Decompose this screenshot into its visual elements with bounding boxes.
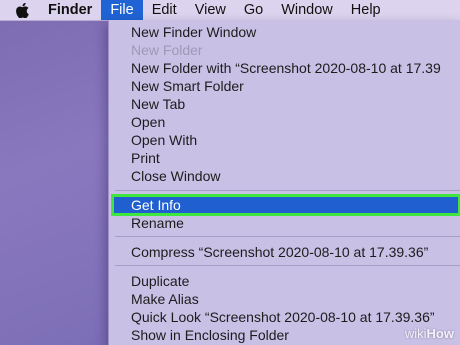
menu-item-rename[interactable]: Rename <box>109 214 460 232</box>
menubar-go[interactable]: Go <box>235 0 272 20</box>
menu-bar: Finder File Edit View Go Window Help <box>0 0 460 21</box>
menubar-app-finder[interactable]: Finder <box>44 0 101 20</box>
file-menu-dropdown: New Finder Window New Folder New Folder … <box>108 20 460 345</box>
menu-item-open-with[interactable]: Open With <box>109 131 460 149</box>
menubar-window[interactable]: Window <box>272 0 342 20</box>
menu-item-compress[interactable]: Compress “Screenshot 2020-08-10 at 17.39… <box>109 243 460 261</box>
menu-item-new-folder-with-selection[interactable]: New Folder with “Screenshot 2020-08-10 a… <box>109 59 460 77</box>
menu-separator <box>115 236 460 237</box>
apple-menu[interactable] <box>0 0 44 20</box>
menubar-view[interactable]: View <box>186 0 235 20</box>
watermark-part1: wiki <box>404 326 427 341</box>
menu-item-new-folder: New Folder <box>131 42 203 58</box>
menubar-help[interactable]: Help <box>342 0 390 20</box>
menubar-edit[interactable]: Edit <box>143 0 186 20</box>
apple-logo-icon <box>15 2 29 18</box>
menu-item-make-alias[interactable]: Make Alias <box>109 290 460 308</box>
wikihow-watermark: wikiHow <box>405 326 454 341</box>
menu-item-get-info[interactable]: Get Info <box>111 194 460 216</box>
menu-item-open[interactable]: Open <box>109 113 460 131</box>
menu-item-new-finder-window[interactable]: New Finder Window <box>109 23 460 41</box>
watermark-part2: How <box>426 326 454 341</box>
menu-separator <box>115 190 460 191</box>
menu-separator <box>115 265 460 266</box>
menu-item-duplicate[interactable]: Duplicate <box>109 272 460 290</box>
menu-item-print[interactable]: Print <box>109 149 460 167</box>
menu-item-quick-look[interactable]: Quick Look “Screenshot 2020-08-10 at 17.… <box>109 308 460 326</box>
menubar-file[interactable]: File <box>101 0 143 20</box>
menu-item-close-window[interactable]: Close Window <box>109 167 460 185</box>
menu-item-new-tab[interactable]: New Tab <box>109 95 460 113</box>
menu-item-new-smart-folder[interactable]: New Smart Folder <box>109 77 460 95</box>
